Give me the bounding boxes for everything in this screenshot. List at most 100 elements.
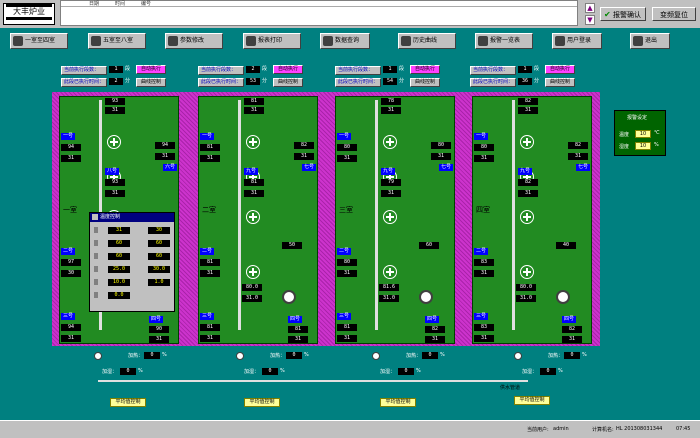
popup-val-b-3[interactable]: 30.0 [148, 266, 170, 273]
popup-val-b-4[interactable]: 1.0 [148, 279, 170, 286]
popup-val-a-3[interactable]: 25.0 [108, 266, 130, 273]
sensor-r3-humid-3: 31 [562, 336, 582, 343]
nav-button-3[interactable]: 报表打印 [243, 33, 301, 49]
alarm-humid-label: 湿度 [619, 144, 630, 150]
popup-val-a-2[interactable]: 60 [108, 253, 130, 260]
current-user-label: 当前用户: [527, 427, 549, 433]
nav-button-7[interactable]: 用户登录 [552, 33, 602, 49]
alarm-humid-input[interactable]: 10 [635, 142, 651, 150]
sensor-right-humid-0: 31 [155, 153, 175, 160]
sensor-temp-0-2: 94 [61, 324, 81, 331]
sensor-r3-tag-1: 四号 [288, 316, 302, 323]
auto-run-button-3[interactable]: 自动执行 [545, 65, 575, 74]
popup-val-a-0[interactable]: 31 [108, 227, 130, 234]
alarm-temp-input[interactable]: 10 [635, 130, 651, 138]
heat-value-2: 0 [422, 352, 438, 359]
nav-button-1[interactable]: 五室至八室 [88, 33, 146, 49]
log-col-time: 时间 [115, 1, 126, 7]
ctrl-time-label-2: 此段已执行时间： [335, 78, 381, 87]
scroll-up-icon[interactable]: ▲ [585, 3, 595, 13]
ctrl-time-label-1: 此段已执行时间： [198, 78, 244, 87]
room-top-temp-3: 82 [518, 98, 538, 105]
scroll-down-icon[interactable]: ▼ [585, 15, 595, 25]
avg-ctrl-button-2[interactable]: 平均值控制 [380, 398, 416, 407]
alarm-temp-unit: ℃ [654, 130, 660, 136]
popup-val-a-5[interactable]: 0.0 [108, 292, 130, 299]
nav-button-6[interactable]: 报警一览表 [475, 33, 533, 49]
room-top-temp-2: 78 [381, 98, 401, 105]
vfd-reset-button[interactable]: 变频复位 [652, 7, 696, 21]
sensor-mid-temp-2: 79 [381, 179, 401, 186]
sensor-right-temp-3: 82 [568, 142, 588, 149]
humid-unit-2: % [416, 368, 421, 374]
alarm-log-list[interactable]: 日期 时间 编号 [60, 0, 578, 26]
nav-label-4: 数据查询 [335, 37, 360, 44]
curve-ctrl-button-1[interactable]: 曲线控制 [273, 78, 303, 87]
nav-button-2[interactable]: 参数修改 [165, 33, 223, 49]
nav-label-6: 报警一览表 [490, 37, 521, 44]
nav-button-8[interactable]: 退出 [630, 33, 670, 49]
logo-text: 大丰炉业 [13, 7, 45, 16]
sensor-tag-1-0: 一号 [200, 133, 214, 140]
sensor-right-tag-1: 七号 [302, 164, 316, 171]
sensor-humid-2-2: 31 [337, 335, 357, 342]
heat-label-3: 加热： [548, 353, 564, 359]
sensor-temp-1-2: 81 [200, 324, 220, 331]
avg-ctrl-button-3[interactable]: 平均值控制 [514, 396, 550, 405]
popup-row-label-3 [94, 266, 98, 272]
room-name-3: 四室 [476, 206, 490, 214]
room-top-humid-3: 31 [518, 107, 538, 114]
screen-icon [13, 36, 23, 46]
ctrl-seg-label-1: 当前执行段数： [198, 66, 244, 75]
avg-ctrl-button-1[interactable]: 平均值控制 [244, 398, 280, 407]
popup-val-a-4[interactable]: 10.0 [108, 279, 130, 286]
ctrl-seg-unit-2: 段 [399, 66, 405, 72]
auto-run-button-1[interactable]: 自动执行 [273, 65, 303, 74]
ctrl-time-value-2: 54 [383, 78, 397, 85]
sensor-humid-0-2: 31 [61, 335, 81, 342]
heat-value-0: 0 [144, 352, 160, 359]
fan-icon [383, 210, 397, 224]
popup-val-b-0[interactable]: 30 [148, 227, 170, 234]
curve-ctrl-button-0[interactable]: 曲线控制 [136, 78, 166, 87]
fan-icon [520, 135, 534, 149]
heat-value-3: 0 [564, 352, 580, 359]
sensor-temp-1-1: 81 [200, 259, 220, 266]
valve-icon [236, 352, 244, 360]
popup-val-b-2[interactable]: 60 [148, 253, 170, 260]
sensor-right-humid-3: 31 [568, 153, 588, 160]
sensor-temp-0-0: 94 [61, 144, 81, 151]
sensor-tag-3-0: 一号 [474, 133, 488, 140]
heat-unit-0: % [162, 352, 167, 358]
popup-row-label-4 [94, 279, 98, 285]
pc-name-label: 计算机名: [592, 427, 614, 433]
nav-button-0[interactable]: 一室至四室 [10, 33, 68, 49]
nav-button-5[interactable]: 历史曲线 [398, 33, 456, 49]
valve-icon [514, 352, 522, 360]
sensor-right-temp-1: 82 [294, 142, 314, 149]
exit-icon [633, 36, 643, 46]
heat-value-1: 0 [286, 352, 302, 359]
auto-run-button-0[interactable]: 自动执行 [136, 65, 166, 74]
avg-ctrl-button-0[interactable]: 平均值控制 [110, 398, 146, 407]
popup-title: 温度控制 [90, 213, 174, 222]
sensor-mid-humid-0: 31 [105, 190, 125, 197]
fan-icon [246, 135, 260, 149]
fan-icon [520, 265, 534, 279]
alarm-ack-button[interactable]: ✔ 报警确认 [600, 7, 646, 21]
ctrl-time-value-0: 2 [109, 78, 123, 85]
curve-ctrl-button-3[interactable]: 曲线控制 [545, 78, 575, 87]
popup-row-label-2 [94, 253, 98, 259]
popup-val-a-1[interactable]: 60 [108, 240, 130, 247]
sensor-tag-0-1: 二号 [61, 248, 75, 255]
sensor-r3-temp-1: 81 [288, 326, 308, 333]
ctrl-seg-label-2: 当前执行段数： [335, 66, 381, 75]
auto-run-button-2[interactable]: 自动执行 [410, 65, 440, 74]
nav-button-4[interactable]: 数据查询 [320, 33, 370, 49]
temp-control-popup[interactable]: 温度控制 31 30 60 60 60 60 25.0 30.0 10.0 1.0 0.0 [89, 212, 175, 312]
sensor-tag-2-2: 三号 [337, 313, 351, 320]
sensor-humid-2-0: 31 [337, 155, 357, 162]
popup-val-b-1[interactable]: 60 [148, 240, 170, 247]
curve-ctrl-button-2[interactable]: 曲线控制 [410, 78, 440, 87]
sensor-tag-3-1: 二号 [474, 248, 488, 255]
